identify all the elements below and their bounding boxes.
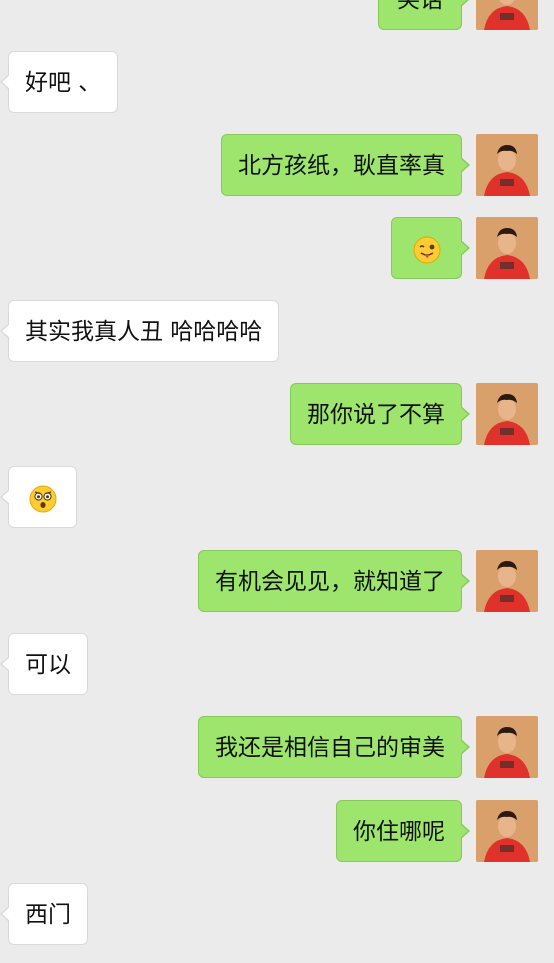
message-bubble-sent[interactable]: 那你说了不算 (290, 383, 470, 445)
avatar-image (476, 800, 538, 862)
message-bubble-sent[interactable]: 我还是相信自己的审美 (198, 716, 470, 778)
message-text: 西门 (25, 902, 71, 928)
message-text: 其实我真人丑 哈哈哈哈 (25, 319, 263, 345)
message-text: 你住哪呢 (353, 819, 445, 845)
my-avatar[interactable] (476, 134, 538, 196)
my-avatar[interactable] (476, 800, 538, 862)
my-avatar[interactable] (476, 550, 538, 612)
message-text: 有机会见见，就知道了 (215, 569, 445, 595)
message-bubble-sent[interactable]: 你住哪呢 (336, 800, 470, 862)
shocked-face-icon (29, 485, 56, 512)
message-bubble-received[interactable]: 好吧 、 (0, 51, 119, 113)
message-text: 可以 (25, 652, 71, 678)
my-avatar[interactable] (476, 716, 538, 778)
my-avatar[interactable] (476, 383, 538, 445)
message-text: 好吧 、 (25, 70, 102, 96)
winking-tongue-face-icon (413, 236, 440, 263)
message-bubble-received[interactable] (0, 466, 77, 528)
message-bubble-received[interactable]: 可以 (0, 633, 88, 695)
message-bubble-received[interactable]: 其实我真人丑 哈哈哈哈 (0, 300, 280, 362)
avatar-image (476, 217, 538, 279)
avatar-image (476, 0, 538, 30)
avatar-image (476, 550, 538, 612)
chat-message-list[interactable]: 笑话 好吧 、 北方孩纸，耿直率真 其实我真人丑 哈哈哈哈 那你说了不算 有机会… (0, 0, 554, 963)
my-avatar[interactable] (476, 0, 538, 30)
avatar-image (476, 134, 538, 196)
my-avatar[interactable] (476, 217, 538, 279)
avatar-image (476, 383, 538, 445)
message-text: 笑话 (397, 0, 443, 13)
message-bubble-sent[interactable] (391, 217, 470, 279)
message-bubble-sent[interactable]: 有机会见见，就知道了 (198, 550, 470, 612)
message-bubble-received[interactable]: 西门 (0, 883, 88, 945)
avatar-image (476, 716, 538, 778)
message-text: 我还是相信自己的审美 (215, 735, 445, 761)
message-bubble-sent[interactable]: 笑话 (378, 0, 470, 30)
message-bubble-sent[interactable]: 北方孩纸，耿直率真 (221, 134, 470, 196)
message-text: 那你说了不算 (307, 402, 445, 428)
message-text: 北方孩纸，耿直率真 (238, 153, 445, 179)
